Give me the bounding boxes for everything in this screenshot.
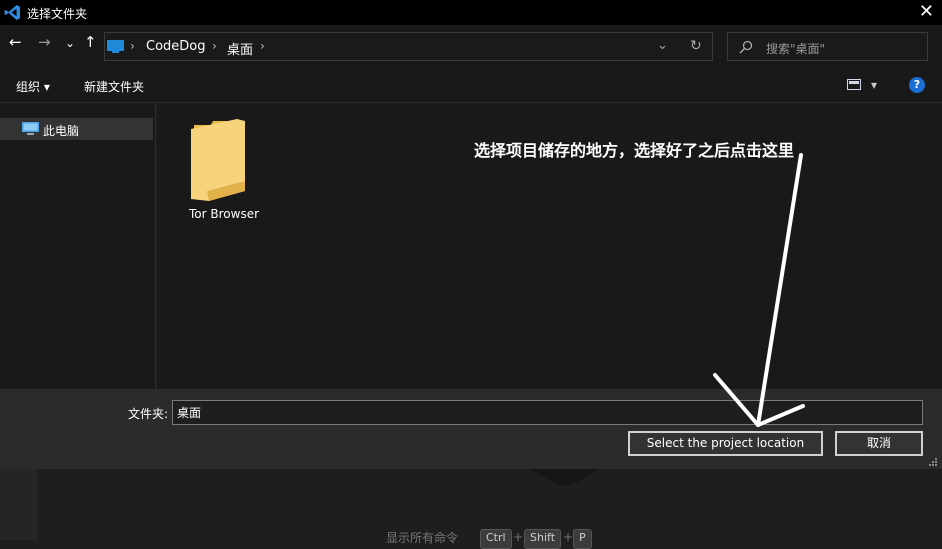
key-plus: + [563,530,574,544]
key-ctrl: Ctrl [480,529,512,549]
recent-locations-icon[interactable]: ⌄ [65,36,75,50]
view-options-icon[interactable] [847,79,861,90]
breadcrumb-separator: › [130,39,135,53]
cancel-button[interactable]: 取消 [835,431,923,456]
annotation-arrow [713,153,805,427]
folder-field-label: 文件夹: [128,407,169,421]
close-icon[interactable]: ✕ [919,1,934,22]
vscode-watermark-icon [530,469,600,486]
navigation-pane [0,103,156,389]
breadcrumb-desktop[interactable]: 桌面 [227,39,253,58]
show-commands-hint: 显示所有命令 [386,531,459,545]
search-input[interactable]: 搜索"桌面" [766,40,825,57]
organize-menu[interactable]: 组织 ▾ [16,78,50,95]
back-arrow-icon[interactable]: ← [9,33,22,51]
sidebar-item-label: 此电脑 [43,124,80,138]
window-title: 选择文件夹 [27,7,88,21]
key-plus: + [513,530,524,544]
search-box[interactable] [727,32,928,61]
help-icon[interactable]: ? [909,77,925,93]
resize-grip-icon[interactable] [928,457,938,467]
address-dropdown-icon[interactable]: ⌄ [657,38,668,53]
key-shift: Shift [524,529,562,549]
breadcrumb-codedog[interactable]: CodeDog [146,39,206,54]
search-icon [739,40,753,54]
forward-arrow-icon[interactable]: → [38,33,51,51]
view-dropdown-icon[interactable]: ▾ [871,78,877,92]
folder-icon[interactable] [191,119,248,201]
vscode-icon [4,5,20,20]
editor-background [0,469,942,540]
key-p: P [573,529,592,549]
breadcrumb-separator: › [212,39,217,53]
desktop-icon [107,40,124,53]
folder-label[interactable]: Tor Browser [189,207,259,221]
up-arrow-icon[interactable]: ↑ [84,33,97,51]
breadcrumb-separator: › [260,39,265,53]
computer-icon [22,122,39,135]
title-bar [0,0,942,25]
refresh-icon[interactable]: ↻ [690,38,702,54]
activity-bar [0,469,38,540]
new-folder-button[interactable]: 新建文件夹 [84,78,144,95]
